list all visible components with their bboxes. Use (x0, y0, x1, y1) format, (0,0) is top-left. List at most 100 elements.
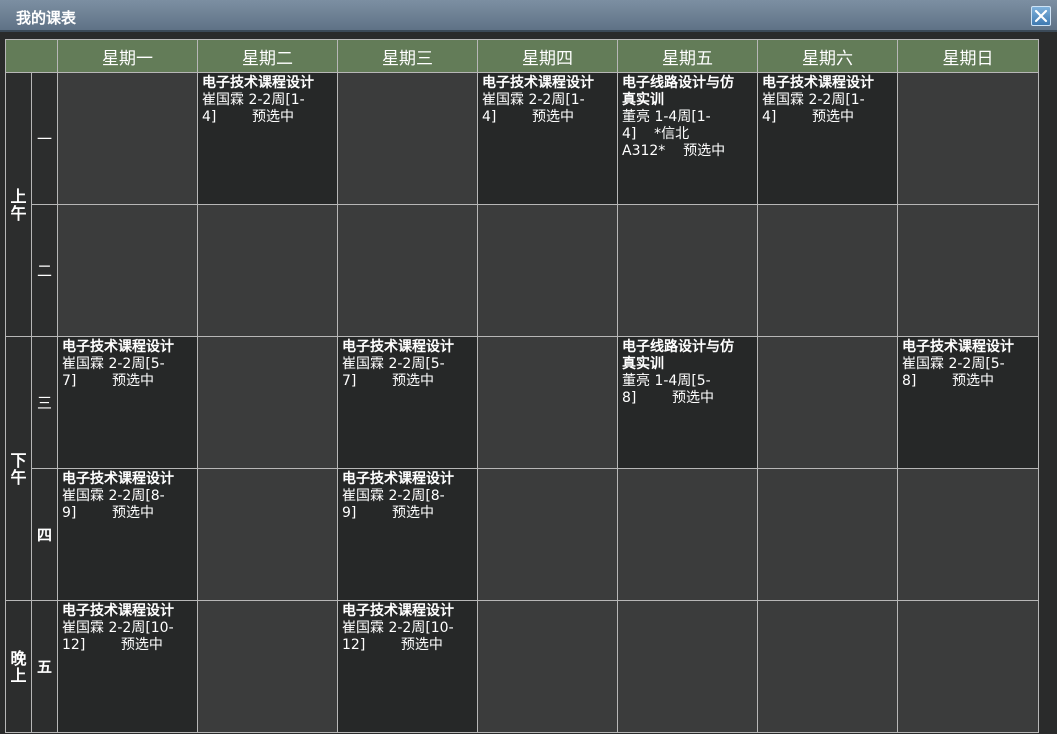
course-cell-p2-sat[interactable] (757, 204, 898, 337)
group-label-evening: 晚 上 (5, 600, 32, 733)
period-row-5: 晚 上 五 电子技术课程设计 崔国霖 2-2周[10- 12] 预选中 电子技术课… (5, 600, 1039, 733)
course-cell-p4-wed[interactable]: 电子技术课程设计 崔国霖 2-2周[8- 9] 预选中 (337, 468, 478, 601)
day-header-mon: 星期一 (57, 39, 198, 73)
group-label-text: 上 午 (10, 186, 27, 223)
course-cell-p3-sun[interactable]: 电子技术课程设计 崔国霖 2-2周[5- 8] 预选中 (897, 336, 1039, 469)
course-cell-p5-mon[interactable]: 电子技术课程设计 崔国霖 2-2周[10- 12] 预选中 (57, 600, 198, 733)
course-entry[interactable]: 电子技术课程设计 崔国霖 2-2周[10- 12] 预选中 (338, 601, 477, 654)
course-cell-p4-tue[interactable] (197, 468, 338, 601)
period-row-3: 下 午 三 电子技术课程设计 崔国霖 2-2周[5- 7] 预选中 电子技术课程设… (5, 336, 1039, 601)
course-title: 电子技术课程设计 (202, 75, 314, 91)
day-header-sat: 星期六 (757, 39, 898, 73)
course-entry[interactable]: 电子线路设计与仿 真实训 董亮 1-4周[5- 8] 预选中 (618, 337, 757, 407)
course-cell-p3-mon[interactable]: 电子技术课程设计 崔国霖 2-2周[5- 7] 预选中 (57, 336, 198, 469)
period-row-2: 二 (6, 204, 1039, 337)
group-label-afternoon: 下 午 (5, 336, 32, 601)
day-header-row: 星期一 星期二 星期三 星期四 星期五 星期六 星期日 (5, 39, 1039, 73)
course-cell-p4-sun[interactable] (897, 468, 1039, 601)
course-entry[interactable]: 电子技术课程设计 崔国霖 2-2周[5- 7] 预选中 (58, 337, 197, 390)
course-title: 电子技术课程设计 (342, 339, 454, 355)
course-cell-p5-sun[interactable] (897, 600, 1039, 733)
group-label-morning: 上 午 (5, 72, 32, 337)
course-cell-p1-thu[interactable]: 电子技术课程设计 崔国霖 2-2周[1- 4] 预选中 (477, 72, 618, 205)
course-cell-p1-sun[interactable] (897, 72, 1039, 205)
period-row-4: 四 电子技术课程设计 崔国霖 2-2周[8- 9] 预选中 电子技术课程设计 崔国霖… (6, 468, 1039, 601)
close-icon (1034, 9, 1048, 23)
course-entry[interactable]: 电子技术课程设计 崔国霖 2-2周[1- 4] 预选中 (478, 73, 617, 126)
course-details: 崔国霖 2-2周[10- 12] 预选中 (342, 620, 454, 653)
title-bar: 我的课表 (0, 0, 1057, 32)
course-cell-p5-wed[interactable]: 电子技术课程设计 崔国霖 2-2周[10- 12] 预选中 (337, 600, 478, 733)
course-details: 董亮 1-4周[1- 4] *信北 A312* 预选中 (622, 109, 726, 159)
course-cell-p4-fri[interactable] (617, 468, 758, 601)
course-cell-p4-mon[interactable]: 电子技术课程设计 崔国霖 2-2周[8- 9] 预选中 (57, 468, 198, 601)
course-details: 崔国霖 2-2周[10- 12] 预选中 (62, 620, 174, 653)
course-cell-p3-fri[interactable]: 电子线路设计与仿 真实训 董亮 1-4周[5- 8] 预选中 (617, 336, 758, 469)
course-details: 崔国霖 2-2周[5- 8] 预选中 (902, 356, 1005, 389)
course-cell-p5-sat[interactable] (757, 600, 898, 733)
course-cell-p4-thu[interactable] (477, 468, 618, 601)
course-entry[interactable]: 电子技术课程设计 崔国霖 2-2周[8- 9] 预选中 (338, 469, 477, 522)
period-row-1: 上 午 一 电子技术课程设计 崔国霖 2-2周[1- 4] 预选中 电子技术课程设… (5, 72, 1039, 337)
course-details: 崔国霖 2-2周[8- 9] 预选中 (62, 488, 165, 521)
course-details: 崔国霖 2-2周[1- 4] 预选中 (762, 92, 865, 125)
course-title: 电子线路设计与仿 真实训 (622, 339, 734, 372)
course-entry[interactable]: 电子技术课程设计 崔国霖 2-2周[10- 12] 预选中 (58, 601, 197, 654)
course-cell-p2-wed[interactable] (337, 204, 478, 337)
schedule-grid: 星期一 星期二 星期三 星期四 星期五 星期六 星期日 上 午 一 电子技术课程… (5, 39, 1039, 733)
course-cell-p3-thu[interactable] (477, 336, 618, 469)
period-label-1: 一 (31, 72, 58, 205)
course-details: 崔国霖 2-2周[5- 7] 预选中 (62, 356, 165, 389)
course-cell-p4-sat[interactable] (757, 468, 898, 601)
course-cell-p2-sun[interactable] (897, 204, 1039, 337)
course-entry[interactable]: 电子技术课程设计 崔国霖 2-2周[8- 9] 预选中 (58, 469, 197, 522)
group-label-text: 下 午 (10, 450, 27, 487)
course-title: 电子技术课程设计 (62, 339, 174, 355)
course-title: 电子技术课程设计 (62, 471, 174, 487)
course-cell-p3-tue[interactable] (197, 336, 338, 469)
course-entry[interactable]: 电子技术课程设计 崔国霖 2-2周[1- 4] 预选中 (198, 73, 337, 126)
period-label-4: 四 (31, 468, 58, 601)
course-cell-p2-tue[interactable] (197, 204, 338, 337)
day-header-fri: 星期五 (617, 39, 758, 73)
course-details: 崔国霖 2-2周[5- 7] 预选中 (342, 356, 445, 389)
course-cell-p1-sat[interactable]: 电子技术课程设计 崔国霖 2-2周[1- 4] 预选中 (757, 72, 898, 205)
period-label-5: 五 (31, 600, 58, 733)
course-title: 电子技术课程设计 (342, 471, 454, 487)
course-entry[interactable]: 电子技术课程设计 崔国霖 2-2周[5- 7] 预选中 (338, 337, 477, 390)
course-cell-p5-tue[interactable] (197, 600, 338, 733)
group-label-text: 晚 上 (10, 648, 27, 685)
course-title: 电子技术课程设计 (62, 603, 174, 619)
course-details: 崔国霖 2-2周[1- 4] 预选中 (202, 92, 305, 125)
day-header-tue: 星期二 (197, 39, 338, 73)
course-cell-p1-fri[interactable]: 电子线路设计与仿 真实训 董亮 1-4周[1- 4] *信北 A312* 预选中 (617, 72, 758, 205)
course-cell-p1-wed[interactable] (337, 72, 478, 205)
course-cell-p3-wed[interactable]: 电子技术课程设计 崔国霖 2-2周[5- 7] 预选中 (337, 336, 478, 469)
course-cell-p2-thu[interactable] (477, 204, 618, 337)
window-title: 我的课表 (16, 9, 77, 27)
header-corner (5, 39, 58, 73)
course-cell-p2-mon[interactable] (57, 204, 198, 337)
course-entry[interactable]: 电子线路设计与仿 真实训 董亮 1-4周[1- 4] *信北 A312* 预选中 (618, 73, 757, 160)
course-title: 电子技术课程设计 (342, 603, 454, 619)
schedule-window: 我的课表 星期一 星期二 星期三 星期四 星期五 星期六 星期日 上 午 一 电… (0, 0, 1057, 734)
course-cell-p5-fri[interactable] (617, 600, 758, 733)
course-entry[interactable]: 电子技术课程设计 崔国霖 2-2周[1- 4] 预选中 (758, 73, 897, 126)
course-details: 崔国霖 2-2周[8- 9] 预选中 (342, 488, 445, 521)
course-cell-p5-thu[interactable] (477, 600, 618, 733)
course-cell-p2-fri[interactable] (617, 204, 758, 337)
day-header-thu: 星期四 (477, 39, 618, 73)
course-cell-p1-tue[interactable]: 电子技术课程设计 崔国霖 2-2周[1- 4] 预选中 (197, 72, 338, 205)
course-cell-p3-sat[interactable] (757, 336, 898, 469)
period-label-2: 二 (31, 204, 58, 337)
day-header-sun: 星期日 (897, 39, 1039, 73)
course-title: 电子线路设计与仿 真实训 (622, 75, 734, 108)
close-button[interactable] (1031, 6, 1051, 26)
course-cell-p1-mon[interactable] (57, 72, 198, 205)
course-title: 电子技术课程设计 (482, 75, 594, 91)
course-title: 电子技术课程设计 (902, 339, 1014, 355)
day-header-wed: 星期三 (337, 39, 478, 73)
course-details: 董亮 1-4周[5- 8] 预选中 (622, 373, 714, 406)
course-details: 崔国霖 2-2周[1- 4] 预选中 (482, 92, 585, 125)
course-entry[interactable]: 电子技术课程设计 崔国霖 2-2周[5- 8] 预选中 (898, 337, 1038, 390)
